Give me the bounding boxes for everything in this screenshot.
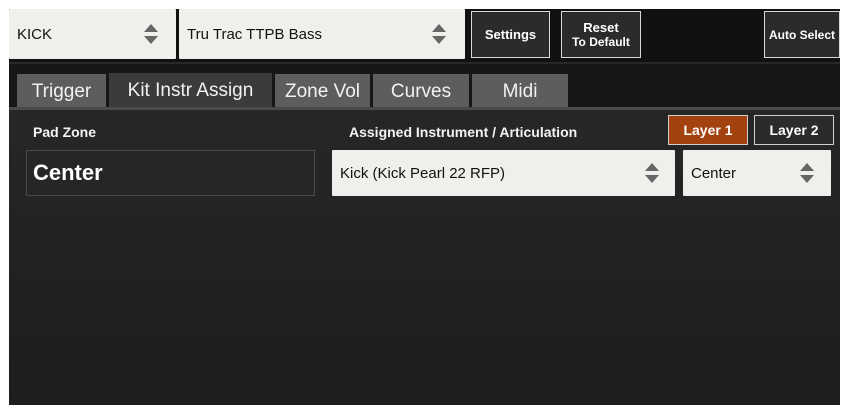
articulation-select-value: Center	[691, 164, 737, 182]
layer-1-button[interactable]: Layer 1	[668, 115, 748, 145]
tab-kit-instr-assign[interactable]: Kit Instr Assign	[109, 73, 272, 109]
layer-1-label: Layer 1	[683, 122, 733, 138]
up-down-arrows-icon	[644, 162, 660, 184]
pad-zone-value-box: Center	[26, 150, 315, 196]
reset-to-default-button[interactable]: Reset To Default	[561, 11, 641, 58]
tab-zone-vol[interactable]: Zone Vol	[275, 74, 370, 109]
reset-button-line2: To Default	[572, 34, 630, 49]
tab-curves-label: Curves	[390, 80, 452, 102]
auto-select-button-label: Auto Select	[768, 27, 835, 42]
tab-midi-label: Midi	[502, 80, 538, 102]
pad-zone-value: Center	[33, 160, 103, 185]
up-down-arrows-icon	[799, 162, 815, 184]
settings-button-label: Settings	[484, 27, 537, 42]
tab-zone-vol-label: Zone Vol	[285, 80, 360, 102]
reset-button-line1: Reset	[583, 19, 619, 35]
instrument-header: Assigned Instrument / Articulation	[349, 124, 578, 140]
kit-select-value: Tru Trac TTPB Bass	[187, 25, 323, 43]
tab-trigger-label: Trigger	[31, 80, 92, 102]
tab-trigger[interactable]: Trigger	[17, 74, 106, 109]
tab-bar: Trigger Kit Instr Assign Zone Vol Curves…	[9, 64, 840, 109]
top-toolbar: KICK Tru Trac TTPB Bass Settings Reset T…	[9, 9, 840, 62]
tab-curves[interactable]: Curves	[373, 74, 469, 109]
drum-select-value: KICK	[17, 25, 53, 43]
auto-select-button[interactable]: Auto Select	[764, 11, 840, 58]
tab-kit-instr-assign-label: Kit Instr Assign	[127, 80, 254, 101]
up-down-arrows-icon	[143, 23, 159, 45]
layer-2-button[interactable]: Layer 2	[754, 115, 834, 145]
tab-midi[interactable]: Midi	[472, 74, 568, 109]
up-down-arrows-icon	[431, 23, 447, 45]
instrument-select-value: Kick (Kick Pearl 22 RFP)	[340, 164, 506, 182]
kit-select[interactable]: Tru Trac TTPB Bass	[179, 9, 465, 59]
tab-divider	[9, 107, 840, 110]
instrument-select[interactable]: Kick (Kick Pearl 22 RFP)	[332, 150, 675, 196]
drum-select[interactable]: KICK	[9, 9, 176, 59]
app-window: KICK Tru Trac TTPB Bass Settings Reset T…	[9, 9, 840, 405]
settings-button[interactable]: Settings	[471, 11, 550, 58]
pad-zone-header: Pad Zone	[33, 124, 97, 140]
articulation-select[interactable]: Center	[683, 150, 831, 196]
layer-2-label: Layer 2	[769, 122, 819, 138]
